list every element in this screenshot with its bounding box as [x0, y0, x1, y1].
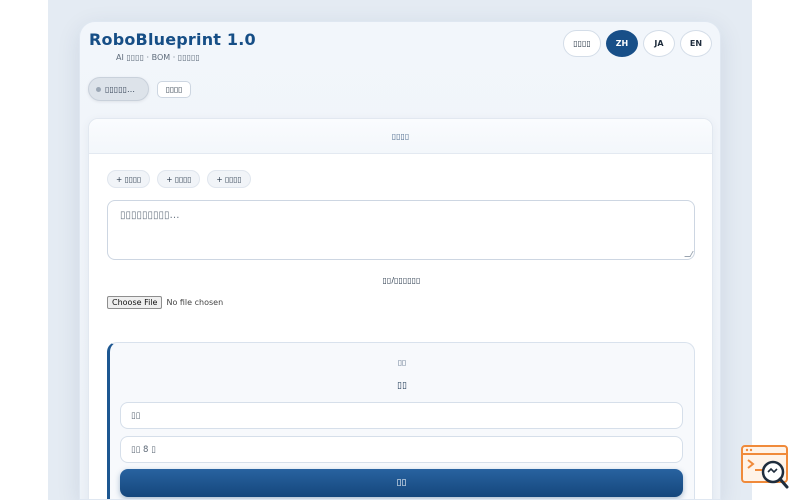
file-upload: Choose File No file chosen: [107, 296, 223, 309]
lang-zh-button[interactable]: ZH: [606, 30, 638, 57]
upload-label: ▯▯/▯▯▯▯▯▯: [382, 276, 421, 285]
status-chip-label: ▯▯▯▯▯…: [105, 84, 136, 94]
resize-grip-icon[interactable]: [684, 251, 694, 257]
password-field[interactable]: ▯▯ 8 ▯: [120, 436, 683, 463]
choose-file-button[interactable]: Choose File: [107, 296, 163, 309]
main-card: ▯▯▯▯ + ▯▯▯▯ + ▯▯▯▯ + ▯▯▯▯ ▯▯▯▯▯▯▯▯▯… ▯▯/…: [88, 118, 713, 499]
card-header: ▯▯▯▯: [89, 119, 712, 154]
prompt-input[interactable]: ▯▯▯▯▯▯▯▯▯…: [107, 200, 695, 260]
header-actions: ▯▯▯▯ ZH JA EN: [563, 30, 712, 57]
auth-caption: ▯▯: [397, 358, 407, 367]
card-header-label: ▯▯▯▯: [391, 131, 410, 141]
username-placeholder: ▯▯: [131, 410, 141, 421]
app-title: RoboBlueprint 1.0: [89, 30, 256, 49]
username-field[interactable]: ▯▯: [120, 402, 683, 429]
quick-tag-3[interactable]: + ▯▯▯▯: [207, 170, 251, 188]
password-placeholder: ▯▯ 8 ▯: [131, 444, 156, 455]
auth-panel: ▯▯ ▯▯ ▯▯ ▯▯ 8 ▯ ▯▯ ▯▯▯▯▯▯: [107, 342, 695, 499]
quick-tag-2[interactable]: + ▯▯▯▯: [157, 170, 201, 188]
submit-button[interactable]: ▯▯: [120, 469, 683, 497]
prompt-placeholder: ▯▯▯▯▯▯▯▯▯…: [120, 210, 180, 221]
lang-ja-button[interactable]: JA: [643, 30, 675, 57]
file-status: No file chosen: [166, 298, 224, 307]
status-dot-icon: [96, 86, 101, 92]
settings-button[interactable]: ▯▯▯▯: [563, 30, 601, 57]
status-side-button[interactable]: ▯▯▯▯: [157, 81, 191, 98]
lang-en-button[interactable]: EN: [680, 30, 712, 57]
search-code-icon: [741, 445, 789, 489]
quick-tags: + ▯▯▯▯ + ▯▯▯▯ + ▯▯▯▯: [107, 170, 251, 188]
app-window: RoboBlueprint 1.0 AI ▯▯▯▯ · BOM · ▯▯▯▯▯ …: [79, 21, 721, 500]
auth-title: ▯▯: [397, 381, 407, 391]
helper-widget[interactable]: [741, 444, 791, 492]
status-chip[interactable]: ▯▯▯▯▯…: [88, 77, 149, 101]
app-subtitle: AI ▯▯▯▯ · BOM · ▯▯▯▯▯: [116, 53, 200, 62]
quick-tag-1[interactable]: + ▯▯▯▯: [107, 170, 151, 188]
